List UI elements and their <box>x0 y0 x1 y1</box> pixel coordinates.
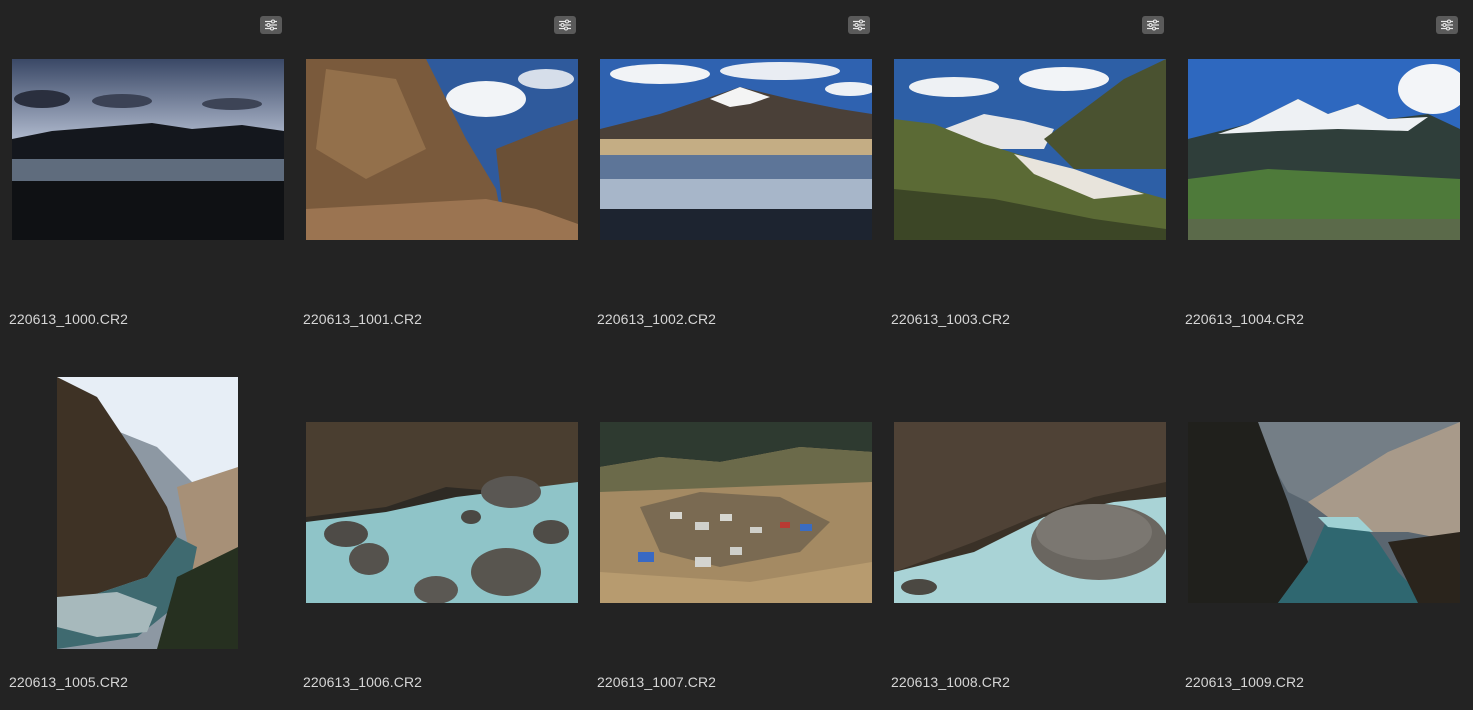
filename-label: 220613_1008.CR2 <box>891 674 1011 690</box>
filename-label: 220613_1004.CR2 <box>1185 311 1305 327</box>
green-valley-snow-peak-image <box>894 59 1166 240</box>
thumbnail-220613-1005[interactable] <box>57 377 238 649</box>
thumbnail-220613-1009[interactable] <box>1188 422 1460 603</box>
adjustments-badge-1003[interactable] <box>1142 16 1164 34</box>
thumbnail-220613-1006[interactable] <box>306 422 578 603</box>
thumbnail-220613-1000[interactable] <box>12 59 284 240</box>
gorge-river-vertical-image <box>57 377 238 649</box>
thumbnail-220613-1003[interactable] <box>894 59 1166 240</box>
sliders-icon <box>1441 19 1453 31</box>
thumbnail-220613-1008[interactable] <box>894 422 1166 603</box>
filename-label: 220613_1009.CR2 <box>1185 674 1305 690</box>
narrow-gorge-river-image <box>1188 422 1460 603</box>
filename-label: 220613_1001.CR2 <box>303 311 423 327</box>
thumbnail-220613-1002[interactable] <box>600 59 872 240</box>
filename-label: 220613_1007.CR2 <box>597 674 717 690</box>
canyon-cliff-muddy-river-image <box>306 59 578 240</box>
sliders-icon <box>559 19 571 31</box>
sliders-icon <box>265 19 277 31</box>
adjustments-badge-1004[interactable] <box>1436 16 1458 34</box>
filename-label: 220613_1002.CR2 <box>597 311 717 327</box>
big-rock-rapids-image <box>894 422 1166 603</box>
filename-label: 220613_1006.CR2 <box>303 674 423 690</box>
snow-peaks-forest-image <box>1188 59 1460 240</box>
filename-label: 220613_1005.CR2 <box>9 674 129 690</box>
photo-grid: 220613_1000.CR2 220613_1001.CR2 220613_1… <box>0 0 1473 710</box>
rapids-boulders-image <box>306 422 578 603</box>
adjustments-badge-1002[interactable] <box>848 16 870 34</box>
thumbnail-220613-1007[interactable] <box>600 422 872 603</box>
filename-label: 220613_1003.CR2 <box>891 311 1011 327</box>
lake-at-dusk-image <box>12 59 284 240</box>
thumbnail-220613-1001[interactable] <box>306 59 578 240</box>
filename-label: 220613_1000.CR2 <box>9 311 129 327</box>
mountain-village-image <box>600 422 872 603</box>
sliders-icon <box>853 19 865 31</box>
thumbnail-220613-1004[interactable] <box>1188 59 1460 240</box>
snow-mountain-lake-reflection-image <box>600 59 872 240</box>
adjustments-badge-1000[interactable] <box>260 16 282 34</box>
adjustments-badge-1001[interactable] <box>554 16 576 34</box>
sliders-icon <box>1147 19 1159 31</box>
